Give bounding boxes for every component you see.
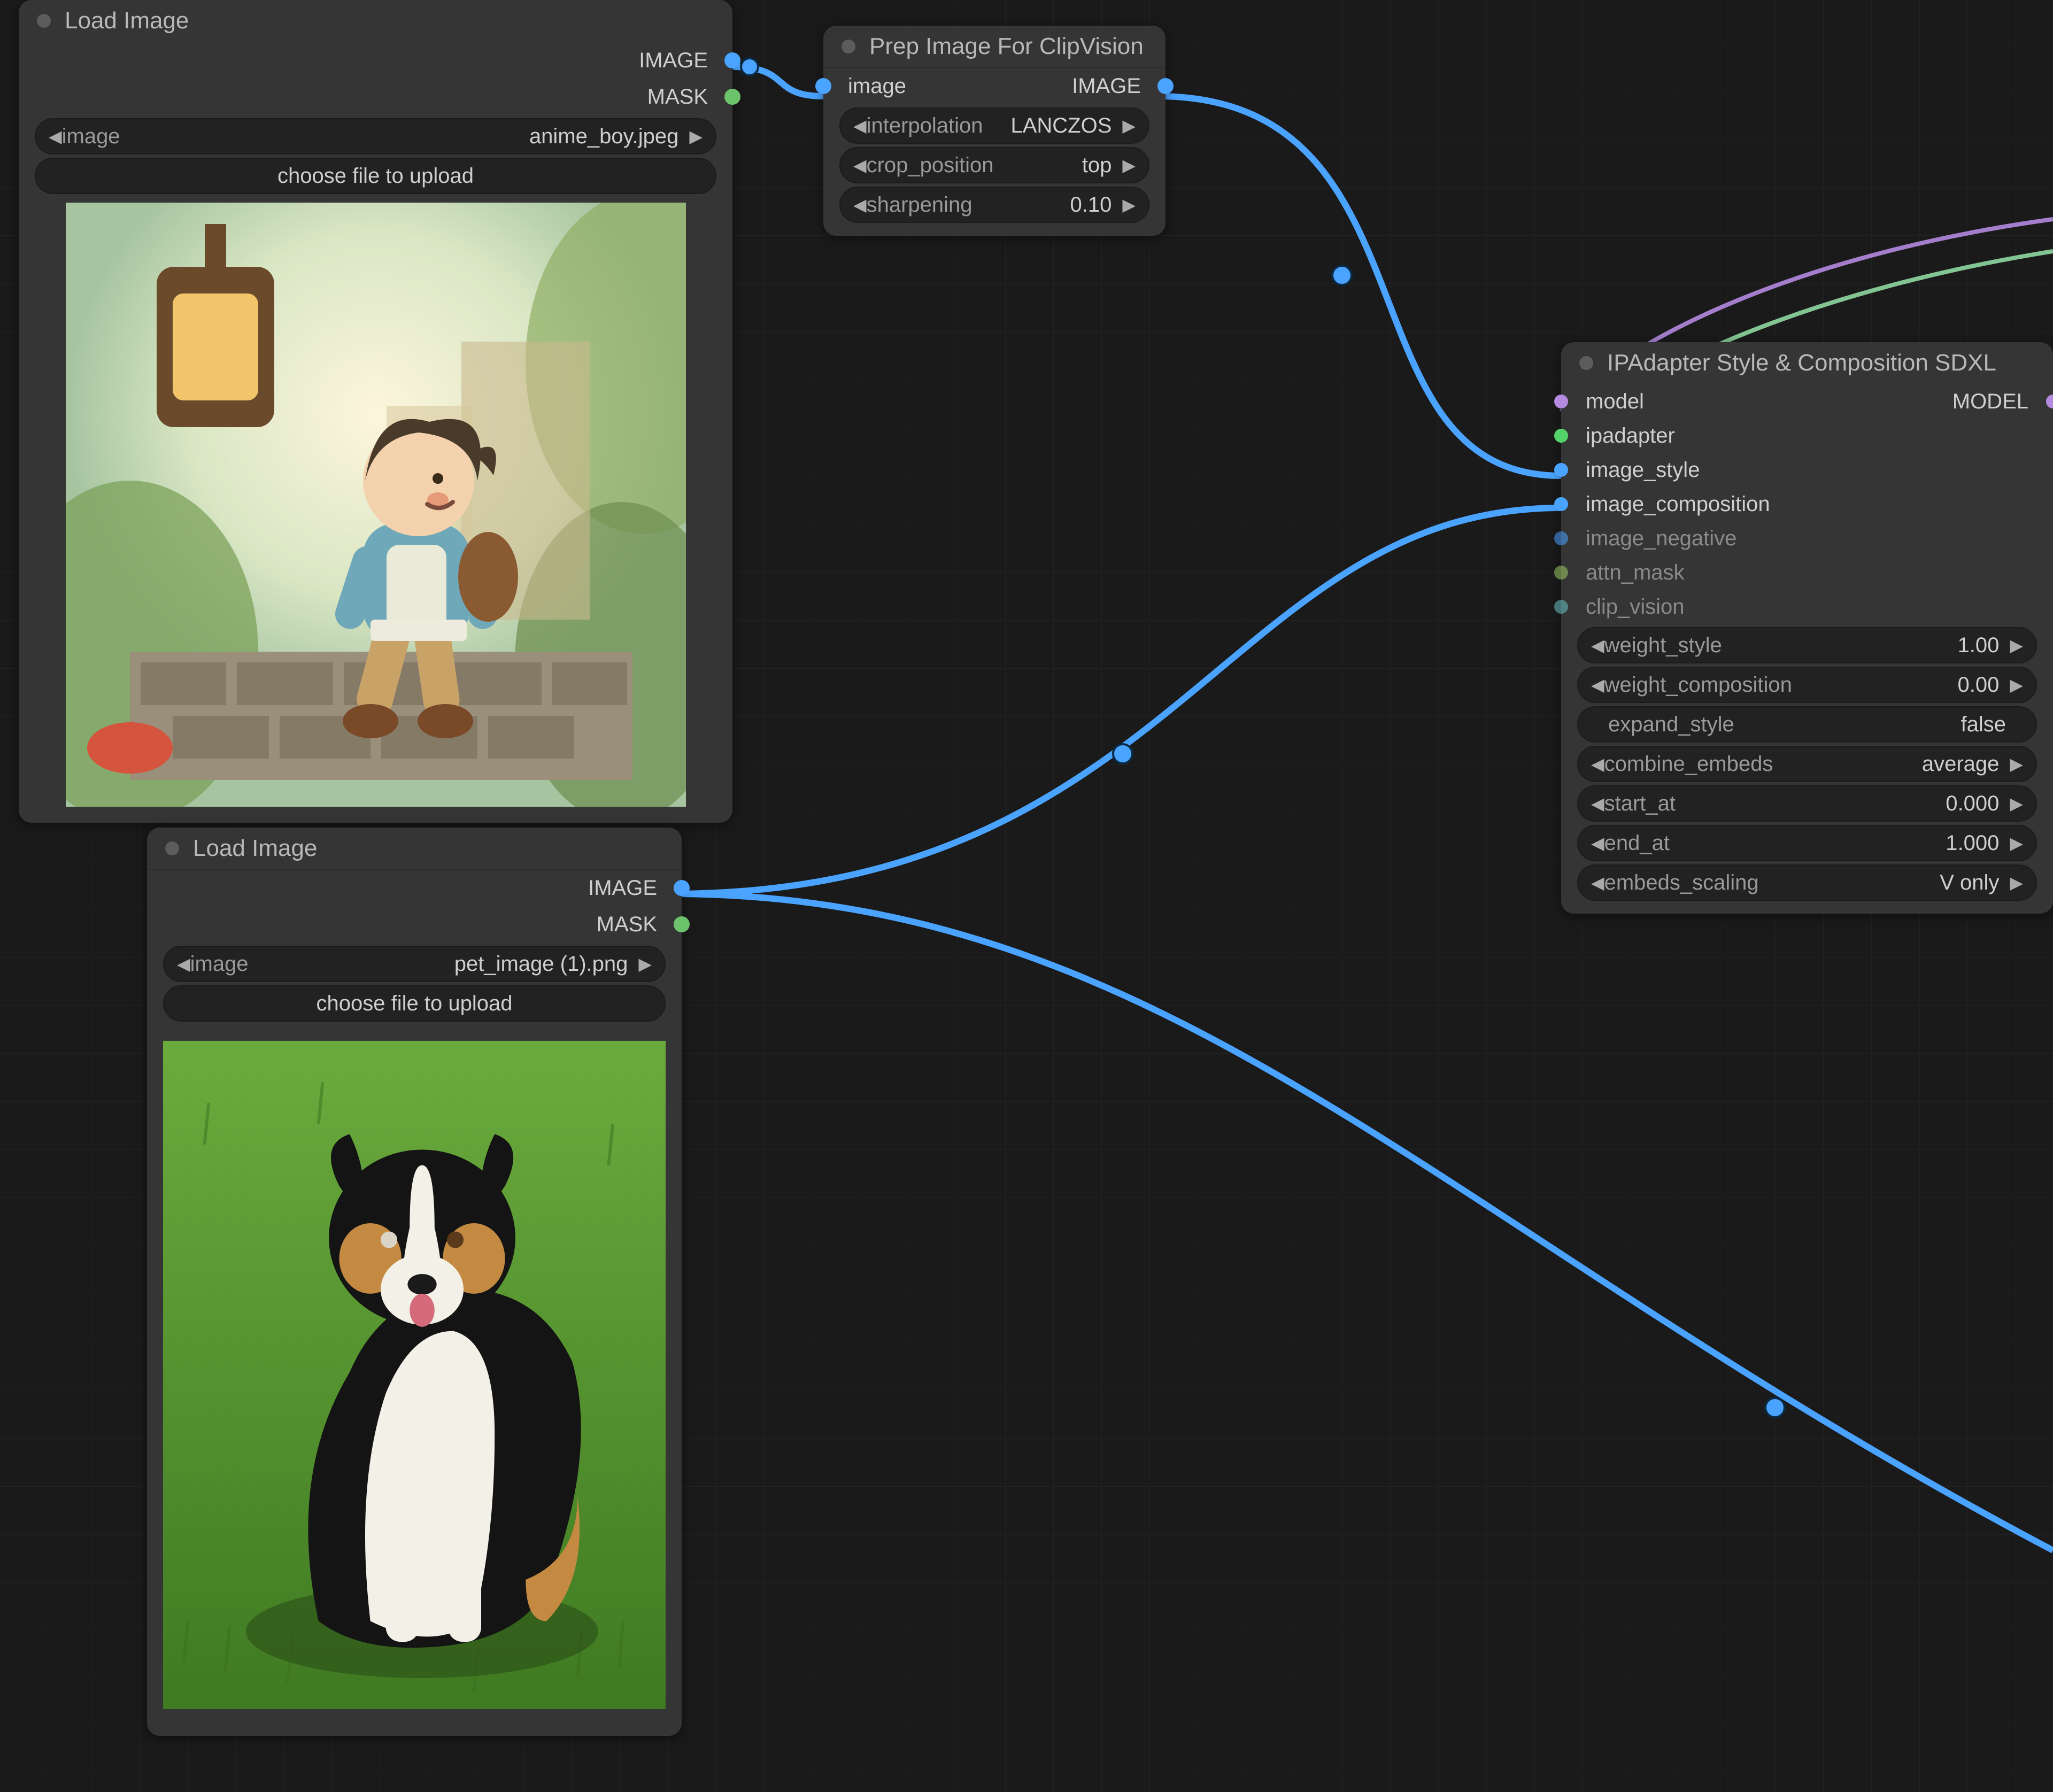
socket-image-neg-in[interactable] bbox=[1554, 531, 1568, 545]
image-preview bbox=[35, 203, 716, 807]
node-graph-canvas[interactable]: Load Image IMAGE MASK ◀ image anime_boy.… bbox=[0, 0, 2053, 1792]
arrow-right-icon[interactable]: ▶ bbox=[689, 126, 703, 146]
arrow-left-icon[interactable]: ◀ bbox=[1591, 872, 1604, 893]
socket-image-style-in[interactable] bbox=[1554, 463, 1568, 477]
arrow-left-icon[interactable]: ◀ bbox=[1591, 635, 1604, 655]
weight-composition-input[interactable]: ◀ weight_composition 0.00 ▶ bbox=[1577, 667, 2037, 703]
output-image[interactable]: IMAGE bbox=[147, 870, 682, 906]
crop-position-select[interactable]: ◀ crop_position top ▶ bbox=[839, 147, 1149, 183]
combine-embeds-select[interactable]: ◀ combine_embeds average ▶ bbox=[1577, 746, 2037, 782]
node-header[interactable]: Prep Image For ClipVision bbox=[823, 26, 1166, 68]
arrow-left-icon[interactable]: ◀ bbox=[1591, 754, 1604, 774]
port-attn-mask[interactable]: attn_mask bbox=[1561, 555, 2053, 590]
output-image-label: IMAGE bbox=[1063, 74, 1149, 98]
port-image-negative[interactable]: image_negative bbox=[1561, 521, 2053, 555]
collapse-dot-icon[interactable] bbox=[165, 841, 179, 855]
arrow-left-icon[interactable]: ◀ bbox=[1591, 833, 1604, 853]
input-image-label: image bbox=[839, 74, 915, 98]
socket-image-out[interactable] bbox=[724, 52, 740, 68]
arrow-left-icon[interactable]: ◀ bbox=[177, 954, 190, 974]
socket-mask-out[interactable] bbox=[724, 89, 740, 105]
output-mask[interactable]: MASK bbox=[147, 906, 682, 943]
arrow-right-icon[interactable]: ▶ bbox=[2010, 675, 2023, 695]
image-preview bbox=[163, 1030, 666, 1720]
embeds-scaling-select[interactable]: ◀ embeds_scaling V only ▶ bbox=[1577, 864, 2037, 901]
node-header[interactable]: Load Image bbox=[147, 828, 682, 870]
socket-model-in[interactable] bbox=[1554, 395, 1568, 408]
arrow-right-icon[interactable]: ▶ bbox=[2010, 793, 2023, 814]
collapse-dot-icon[interactable] bbox=[1579, 356, 1593, 370]
upload-button[interactable]: choose file to upload bbox=[35, 158, 716, 194]
image-selector[interactable]: ◀ image pet_image (1).png ▶ bbox=[163, 946, 666, 982]
expand-style-toggle[interactable]: expand_style false bbox=[1577, 706, 2037, 743]
collapse-dot-icon[interactable] bbox=[842, 40, 855, 53]
socket-clip-vision-in all[interactable] bbox=[1554, 600, 1568, 614]
output-image[interactable]: IMAGE bbox=[19, 42, 732, 79]
start-at-input[interactable]: ◀ start_at 0.000 ▶ bbox=[1577, 785, 2037, 822]
upload-button[interactable]: choose file to upload bbox=[163, 985, 666, 1022]
interpolation-select[interactable]: ◀ interpolation LANCZOS ▶ bbox=[839, 107, 1149, 144]
port-image-style[interactable]: image_style bbox=[1561, 453, 2053, 487]
image-selector[interactable]: ◀ image anime_boy.jpeg ▶ bbox=[35, 118, 716, 155]
arrow-left-icon[interactable]: ◀ bbox=[853, 195, 867, 215]
node-header[interactable]: Load Image bbox=[19, 0, 732, 42]
arrow-left-icon[interactable]: ◀ bbox=[1591, 675, 1604, 695]
socket-ipadapter-in[interactable] bbox=[1554, 429, 1568, 443]
output-mask[interactable]: MASK bbox=[19, 79, 732, 115]
node-load-image-1[interactable]: Load Image IMAGE MASK ◀ image anime_boy.… bbox=[19, 0, 732, 823]
weight-style-input[interactable]: ◀ weight_style 1.00 ▶ bbox=[1577, 627, 2037, 663]
node-header[interactable]: IPAdapter Style & Composition SDXL bbox=[1561, 342, 2053, 384]
port-model-row: model MODEL bbox=[1561, 384, 2053, 419]
end-at-input[interactable]: ◀ end_at 1.000 ▶ bbox=[1577, 825, 2037, 861]
node-load-image-2[interactable]: Load Image IMAGE MASK ◀ image pet_image … bbox=[147, 828, 682, 1736]
widget-label: image bbox=[190, 952, 249, 976]
arrow-left-icon[interactable]: ◀ bbox=[853, 155, 867, 175]
port-clip-vision[interactable]: clip_vision bbox=[1561, 590, 2053, 624]
node-title: Prep Image For ClipVision bbox=[869, 33, 1144, 60]
arrow-right-icon[interactable]: ▶ bbox=[2010, 754, 2023, 774]
collapse-dot-icon[interactable] bbox=[37, 14, 51, 28]
arrow-right-icon[interactable]: ▶ bbox=[2010, 833, 2023, 853]
node-ipadapter-style-comp[interactable]: IPAdapter Style & Composition SDXL model… bbox=[1561, 342, 2053, 914]
socket-mask-out[interactable] bbox=[674, 916, 690, 932]
port-ipadapter[interactable]: ipadapter bbox=[1561, 419, 2053, 453]
widget-value: anime_boy.jpeg bbox=[529, 125, 678, 149]
arrow-right-icon[interactable]: ▶ bbox=[1122, 115, 1136, 136]
arrow-right-icon[interactable]: ▶ bbox=[2010, 635, 2023, 655]
arrow-right-icon[interactable]: ▶ bbox=[1122, 155, 1136, 175]
socket-image-comp-in[interactable] bbox=[1554, 497, 1568, 511]
socket-attn-mask-in[interactable] bbox=[1554, 566, 1568, 580]
arrow-left-icon[interactable]: ◀ bbox=[853, 115, 867, 136]
arrow-left-icon[interactable]: ◀ bbox=[1591, 793, 1604, 814]
arrow-right-icon[interactable]: ▶ bbox=[1122, 195, 1136, 215]
widget-label: image bbox=[62, 125, 120, 149]
node-title: IPAdapter Style & Composition SDXL bbox=[1607, 350, 1996, 376]
socket-image-out[interactable] bbox=[674, 880, 690, 896]
arrow-right-icon[interactable]: ▶ bbox=[638, 954, 652, 974]
socket-image-in[interactable] bbox=[815, 78, 831, 94]
sharpening-input[interactable]: ◀ sharpening 0.10 ▶ bbox=[839, 187, 1149, 223]
socket-model-out[interactable] bbox=[2046, 395, 2053, 408]
node-title: Load Image bbox=[193, 835, 317, 862]
port-image-composition[interactable]: image_composition bbox=[1561, 487, 2053, 521]
socket-image-out[interactable] bbox=[1157, 78, 1174, 94]
arrow-left-icon[interactable]: ◀ bbox=[49, 126, 62, 146]
arrow-right-icon[interactable]: ▶ bbox=[2010, 872, 2023, 893]
widget-value: pet_image (1).png bbox=[454, 952, 628, 976]
node-prep-clipvision[interactable]: Prep Image For ClipVision image IMAGE ◀ … bbox=[823, 26, 1166, 236]
io-row: image IMAGE bbox=[823, 68, 1166, 104]
node-title: Load Image bbox=[65, 7, 189, 34]
